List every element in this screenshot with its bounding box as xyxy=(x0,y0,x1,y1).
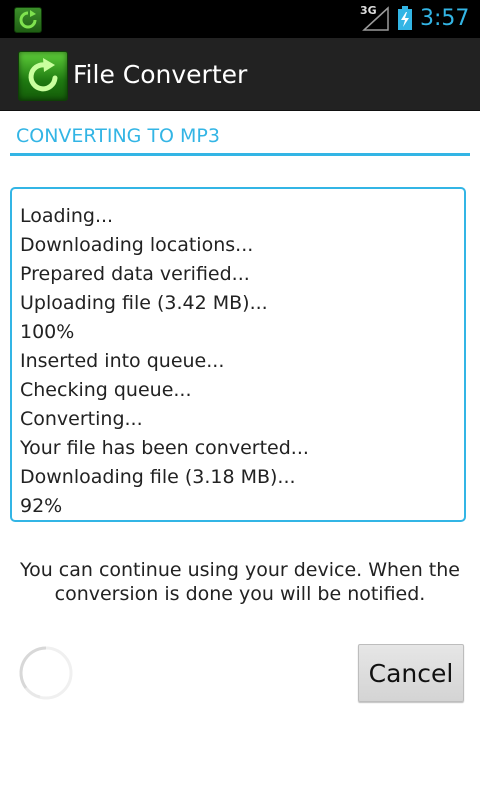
log-line: 92% xyxy=(20,495,63,517)
log-line: Inserted into queue... xyxy=(20,350,225,372)
log-line: 100% xyxy=(20,321,75,343)
log-line: Downloading file (3.18 MB)... xyxy=(20,466,296,488)
battery-charging-icon xyxy=(398,6,412,30)
loading-spinner-icon xyxy=(19,646,73,700)
cancel-button[interactable]: Cancel xyxy=(358,644,464,702)
status-bar: 3G 3:57 xyxy=(0,0,480,38)
section-divider xyxy=(10,153,470,156)
action-bar: File Converter xyxy=(0,38,480,111)
log-line: Loading... xyxy=(20,205,114,227)
log-line: Checking queue... xyxy=(20,379,192,401)
log-line: Your file has been converted... xyxy=(20,437,309,459)
log-line: Uploading file (3.42 MB)... xyxy=(20,292,268,314)
app-title: File Converter xyxy=(73,60,248,89)
log-line: Downloading locations... xyxy=(20,234,254,256)
network-type-label: 3G xyxy=(360,4,377,17)
status-clock: 3:57 xyxy=(420,6,470,31)
log-line: Converting... xyxy=(20,408,143,430)
section-header: CONVERTING TO MP3 xyxy=(16,125,220,147)
log-line: Prepared data verified... xyxy=(20,263,250,285)
conversion-log: Loading... Downloading locations... Prep… xyxy=(10,187,466,522)
file-converter-icon xyxy=(14,7,42,33)
refresh-arrow-icon[interactable] xyxy=(18,51,68,101)
completion-notice: You can continue using your device. When… xyxy=(19,559,460,605)
